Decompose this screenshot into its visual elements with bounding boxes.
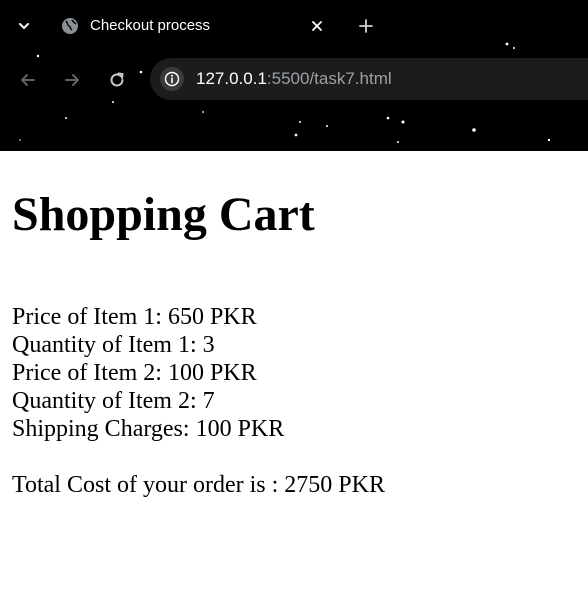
globe-icon xyxy=(62,18,78,34)
item-1-quantity: Quantity of Item 1: 3 xyxy=(12,332,215,358)
new-tab-button[interactable] xyxy=(354,14,378,38)
browser-chrome: Checkout process 127.0.0.1:5500/task7.ht… xyxy=(0,0,588,151)
url-host: 127.0.0.1 xyxy=(196,69,267,88)
page-title: Shopping Cart xyxy=(12,188,315,241)
plus-icon xyxy=(359,19,373,33)
tab-bar: Checkout process xyxy=(0,0,588,50)
reload-button[interactable] xyxy=(103,66,131,94)
tab-search-button[interactable] xyxy=(12,14,36,38)
close-tab-button[interactable] xyxy=(307,16,327,36)
info-icon xyxy=(164,71,180,87)
url-text: 127.0.0.1:5500/task7.html xyxy=(196,69,392,89)
order-total: Total Cost of your order is : 2750 PKR xyxy=(12,472,385,498)
shipping-charges: Shipping Charges: 100 PKR xyxy=(12,416,285,442)
page-content: Shopping Cart Price of Item 1: 650 PKR Q… xyxy=(0,151,588,606)
item-2-price: Price of Item 2: 100 PKR xyxy=(12,360,257,386)
back-button[interactable] xyxy=(14,66,42,94)
toolbar: 127.0.0.1:5500/task7.html xyxy=(0,56,588,104)
item-1-price: Price of Item 1: 650 PKR xyxy=(12,304,257,330)
tab-checkout-process[interactable]: Checkout process xyxy=(50,6,342,46)
site-info-button[interactable] xyxy=(160,67,184,91)
close-icon xyxy=(312,21,322,31)
forward-arrow-icon xyxy=(65,74,79,86)
item-2-quantity: Quantity of Item 2: 7 xyxy=(12,388,215,414)
forward-button[interactable] xyxy=(58,66,86,94)
cart-details: Price of Item 1: 650 PKR Quantity of Ite… xyxy=(12,303,284,443)
back-arrow-icon xyxy=(21,74,35,86)
address-bar[interactable]: 127.0.0.1:5500/task7.html xyxy=(150,58,588,100)
tab-title: Checkout process xyxy=(90,17,211,34)
chevron-down-icon xyxy=(19,23,29,29)
reload-icon xyxy=(110,72,124,87)
url-path: :5500/task7.html xyxy=(266,69,392,88)
